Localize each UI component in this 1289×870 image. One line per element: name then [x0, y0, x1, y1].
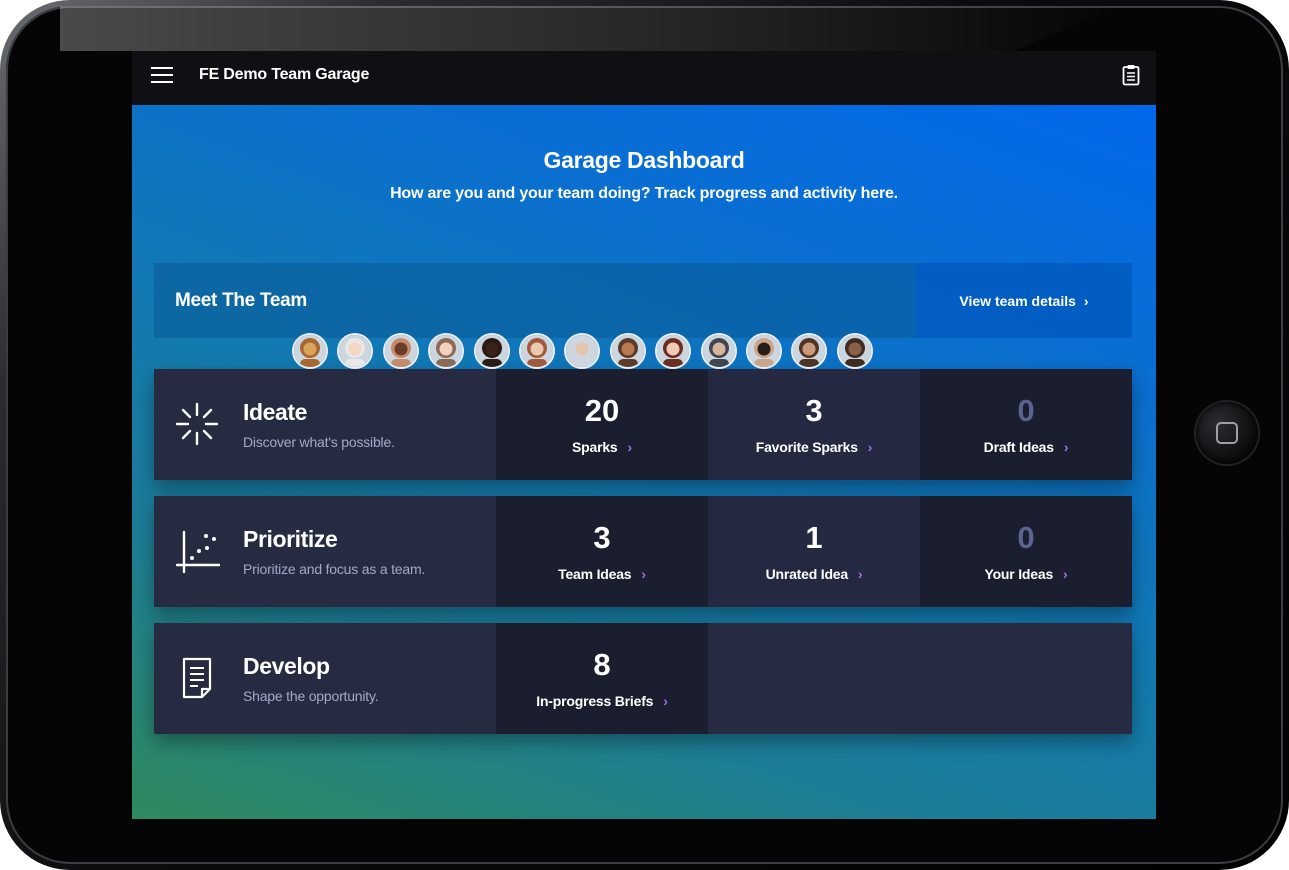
page-title: Garage Dashboard — [543, 147, 745, 173]
screen: FE Demo Team Garage Garage Dashboard How… — [132, 51, 1156, 819]
develop-row: Develop Shape the opportunity. 8 In-prog… — [154, 623, 1132, 734]
ideate-header: Ideate Discover what's possible. — [154, 369, 496, 480]
your-ideas-count: 0 — [1017, 520, 1035, 555]
home-square-icon — [1216, 422, 1238, 444]
prioritize-description: Prioritize and focus as a team. — [243, 561, 426, 577]
develop-header: Develop Shape the opportunity. — [154, 623, 496, 734]
prioritize-title: Prioritize — [243, 526, 338, 552]
draft-ideas-label: Draft Ideas — [983, 439, 1054, 455]
favorite-sparks-label: Favorite Sparks — [755, 439, 858, 455]
avatar[interactable] — [292, 333, 328, 369]
document-icon — [182, 657, 212, 699]
unrated-idea-count: 1 — [805, 520, 823, 555]
app-title: FE Demo Team Garage — [199, 66, 370, 83]
unrated-idea-label-wrap: Unrated Idea › — [708, 566, 920, 582]
prioritize-row: Prioritize Prioritize and focus as a tea… — [154, 496, 1132, 607]
chevron-right-icon: › — [1063, 439, 1069, 455]
in-progress-briefs-label: In-progress Briefs — [536, 693, 654, 709]
your-ideas-stat[interactable]: 0 Your Ideas › — [920, 496, 1132, 607]
avatar[interactable] — [609, 333, 646, 369]
team-ideas-label: Team Ideas — [558, 566, 632, 582]
team-ideas-count: 3 — [593, 520, 611, 555]
chevron-right-icon: › — [641, 566, 646, 582]
favorite-sparks-count: 3 — [805, 393, 823, 428]
avatar[interactable] — [337, 333, 374, 369]
favorite-sparks-label-wrap: Favorite Sparks › — [708, 439, 920, 455]
spark-burst-icon — [175, 402, 219, 446]
your-ideas-label: Your Ideas — [984, 566, 1054, 582]
tablet-frame: FE Demo Team Garage Garage Dashboard How… — [0, 0, 1289, 870]
in-progress-briefs-stat[interactable]: 8 In-progress Briefs › — [496, 623, 708, 734]
home-button[interactable] — [1196, 402, 1258, 464]
unrated-idea-stat[interactable]: 1 Unrated Idea › — [708, 496, 920, 607]
ideate-row: Ideate Discover what's possible. 20 Spar… — [154, 369, 1132, 480]
scatter-chart-icon — [175, 530, 220, 574]
avatar[interactable] — [745, 333, 782, 369]
sparks-label: Sparks — [572, 439, 618, 455]
draft-ideas-count: 0 — [1017, 393, 1035, 428]
prioritize-header: Prioritize Prioritize and focus as a tea… — [154, 496, 496, 607]
draft-ideas-label-wrap: Draft Ideas › — [920, 439, 1132, 455]
chevron-right-icon: › — [867, 439, 873, 455]
team-avatars — [292, 333, 873, 369]
team-panel: Meet The Team View team details › — [154, 263, 1132, 338]
draft-ideas-stat[interactable]: 0 Draft Ideas › — [920, 369, 1132, 480]
develop-title: Develop — [243, 653, 330, 679]
in-progress-briefs-label-wrap: In-progress Briefs › — [496, 693, 708, 709]
chevron-right-icon: › — [627, 439, 633, 455]
your-ideas-label-wrap: Your Ideas › — [920, 566, 1132, 582]
sparks-stat[interactable]: 20 Sparks › — [496, 369, 708, 480]
avatar[interactable] — [836, 333, 873, 369]
in-progress-briefs-count: 8 — [593, 647, 611, 682]
ideate-title: Ideate — [243, 399, 308, 425]
unrated-idea-label: Unrated Idea — [765, 566, 849, 582]
chevron-right-icon: › — [1083, 292, 1089, 309]
chevron-right-icon: › — [857, 566, 863, 582]
clipboard-icon[interactable] — [1122, 64, 1140, 86]
view-team-details-link[interactable]: View team details › — [916, 263, 1132, 338]
team-title: Meet The Team — [175, 290, 307, 311]
hamburger-menu-icon[interactable] — [151, 67, 173, 85]
avatar[interactable] — [655, 333, 692, 369]
sparks-label-wrap: Sparks › — [496, 439, 708, 455]
avatar[interactable] — [428, 333, 465, 369]
avatar[interactable] — [518, 333, 555, 369]
top-bar: FE Demo Team Garage — [132, 51, 1156, 105]
chevron-right-icon: › — [1063, 566, 1068, 582]
empty-panel — [708, 623, 1132, 734]
page-subtitle: How are you and your team doing? Track p… — [390, 185, 898, 202]
team-ideas-stat[interactable]: 3 Team Ideas › — [496, 496, 708, 607]
avatar[interactable] — [791, 333, 828, 369]
favorite-sparks-stat[interactable]: 3 Favorite Sparks › — [708, 369, 920, 480]
frame-glare — [60, 6, 1120, 51]
avatar[interactable] — [382, 333, 419, 369]
team-ideas-label-wrap: Team Ideas › — [496, 566, 708, 582]
avatar[interactable] — [700, 333, 737, 369]
sparks-count: 20 — [584, 393, 620, 428]
avatar[interactable] — [564, 333, 601, 369]
chevron-right-icon: › — [663, 693, 668, 709]
develop-description: Shape the opportunity. — [243, 688, 379, 704]
view-team-details-label: View team details — [959, 292, 1076, 309]
avatar[interactable] — [473, 333, 510, 369]
ideate-description: Discover what's possible. — [243, 434, 395, 450]
